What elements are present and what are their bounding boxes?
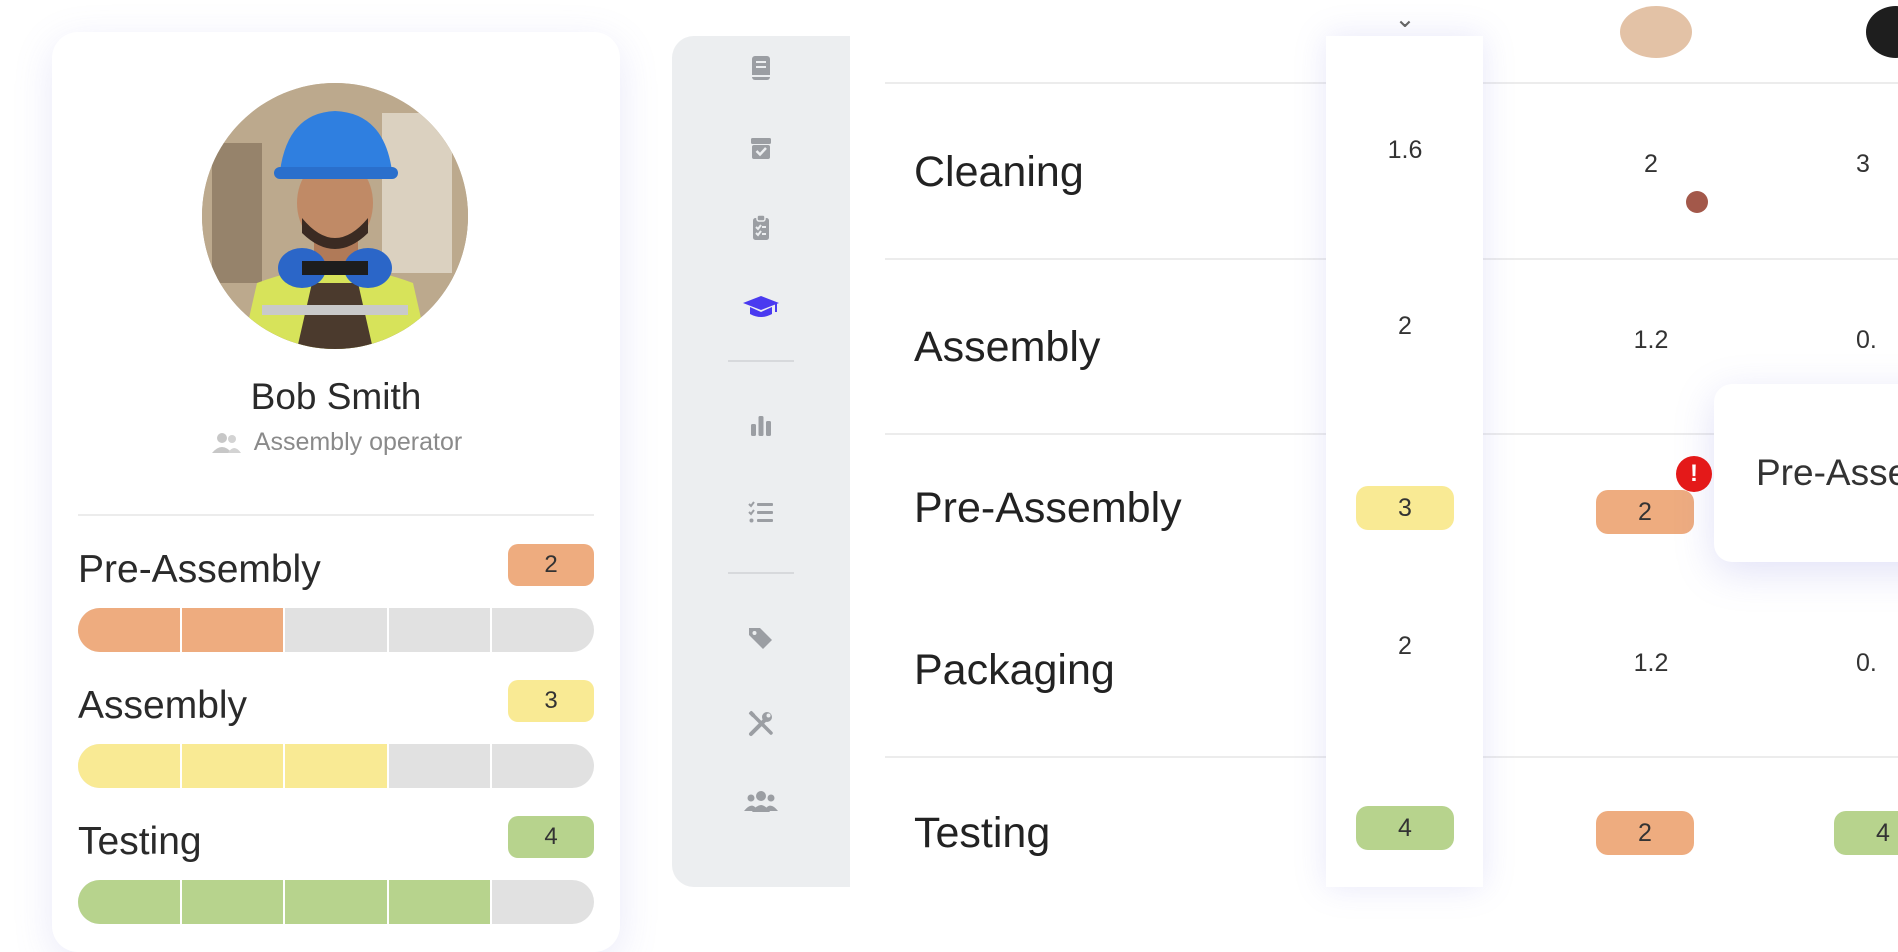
skill-bar-segment: [492, 880, 594, 924]
divider: [78, 514, 594, 516]
task-list-icon[interactable]: [732, 492, 790, 532]
clipboard-check-icon[interactable]: [732, 208, 790, 248]
role-label: Assembly operator: [253, 428, 463, 456]
cell-value[interactable]: 0.: [1856, 326, 1898, 355]
worker-photo: [202, 83, 468, 349]
skill-level-bar: [78, 744, 594, 788]
selected-employee-column: ⌄ 1.6 2 3 2 4: [1326, 5, 1483, 887]
skill-bar-segment: [285, 608, 389, 652]
skill-level-badge[interactable]: 4: [1356, 806, 1454, 850]
avatar[interactable]: [1866, 6, 1898, 58]
skill-level-badge: 2: [508, 544, 594, 586]
skill-bar-segment: [492, 744, 594, 788]
avatar[interactable]: [1620, 6, 1692, 58]
cell-value[interactable]: 1.6: [1355, 136, 1455, 165]
alert-icon[interactable]: !: [1676, 456, 1712, 492]
skill-bar-segment: [389, 608, 493, 652]
skill-bar-segment: [181, 744, 286, 788]
icon-sidebar: [672, 36, 850, 887]
skill-bar-segment: [78, 744, 182, 788]
skill-level-badge[interactable]: 3: [1356, 486, 1454, 530]
cell-value[interactable]: 3: [1856, 150, 1898, 179]
skill-name: Assembly: [78, 684, 248, 727]
book-icon[interactable]: [732, 48, 790, 88]
cell-value[interactable]: 1.2: [1601, 649, 1701, 678]
skill-row-assembly: Assembly 3: [78, 680, 594, 804]
skill-bar-segment: [181, 880, 286, 924]
skill-bar-segment: [285, 744, 389, 788]
skill-bar-segment: [389, 744, 493, 788]
skill-bar-segment: [78, 880, 182, 924]
users-icon: [211, 432, 241, 453]
skill-tooltip: Pre-Asse: [1714, 384, 1898, 562]
skill-bar-segment: [78, 608, 182, 652]
skill-row-pre-assembly: Pre-Assembly 2: [78, 544, 594, 668]
employee-name: Bob Smith: [250, 376, 422, 417]
status-dot: [1686, 191, 1708, 213]
tools-icon[interactable]: [732, 704, 790, 744]
row-label-cleaning: Cleaning: [914, 148, 1084, 196]
employee-role: Assembly operator: [52, 428, 620, 457]
avatar: [202, 83, 468, 349]
skill-level-bar: [78, 608, 594, 652]
skill-bar-segment: [181, 608, 286, 652]
box-check-icon[interactable]: [732, 128, 790, 168]
row-label-packaging: Packaging: [914, 646, 1115, 694]
tooltip-text: Pre-Asse: [1756, 452, 1898, 493]
tags-icon[interactable]: [732, 618, 790, 658]
cell-value[interactable]: 0.: [1856, 649, 1898, 678]
skill-bar-segment: [492, 608, 594, 652]
skill-level-badge: 3: [508, 680, 594, 722]
skill-level-bar: [78, 880, 594, 924]
row-label-testing: Testing: [914, 809, 1051, 857]
employee-profile-card: Bob Smith Assembly operator Pre-Assembly…: [52, 32, 620, 952]
skill-name: Pre-Assembly: [78, 548, 321, 591]
cell-value[interactable]: 2: [1355, 632, 1455, 661]
row-label-pre-assembly: Pre-Assembly: [914, 484, 1182, 532]
skill-name: Testing: [78, 820, 202, 863]
users-icon[interactable]: [732, 782, 790, 822]
skill-level-badge[interactable]: 2: [1596, 811, 1694, 855]
sidebar-separator: [728, 572, 794, 574]
cell-value[interactable]: 2: [1601, 150, 1701, 179]
skill-level-badge[interactable]: 2: [1596, 490, 1694, 534]
graduation-cap-icon[interactable]: [732, 288, 790, 328]
cell-value[interactable]: 1.2: [1601, 326, 1701, 355]
bar-chart-icon[interactable]: [732, 406, 790, 446]
skill-bar-segment: [285, 880, 389, 924]
skill-bar-segment: [388, 880, 493, 924]
skill-row-testing: Testing 4: [78, 816, 594, 940]
cell-value: ⌄: [1394, 5, 1416, 33]
sidebar-separator: [728, 360, 794, 362]
row-label-assembly: Assembly: [914, 323, 1101, 371]
skill-level-badge[interactable]: 4: [1834, 811, 1898, 855]
cell-value[interactable]: 2: [1355, 312, 1455, 341]
skill-level-badge: 4: [508, 816, 594, 858]
